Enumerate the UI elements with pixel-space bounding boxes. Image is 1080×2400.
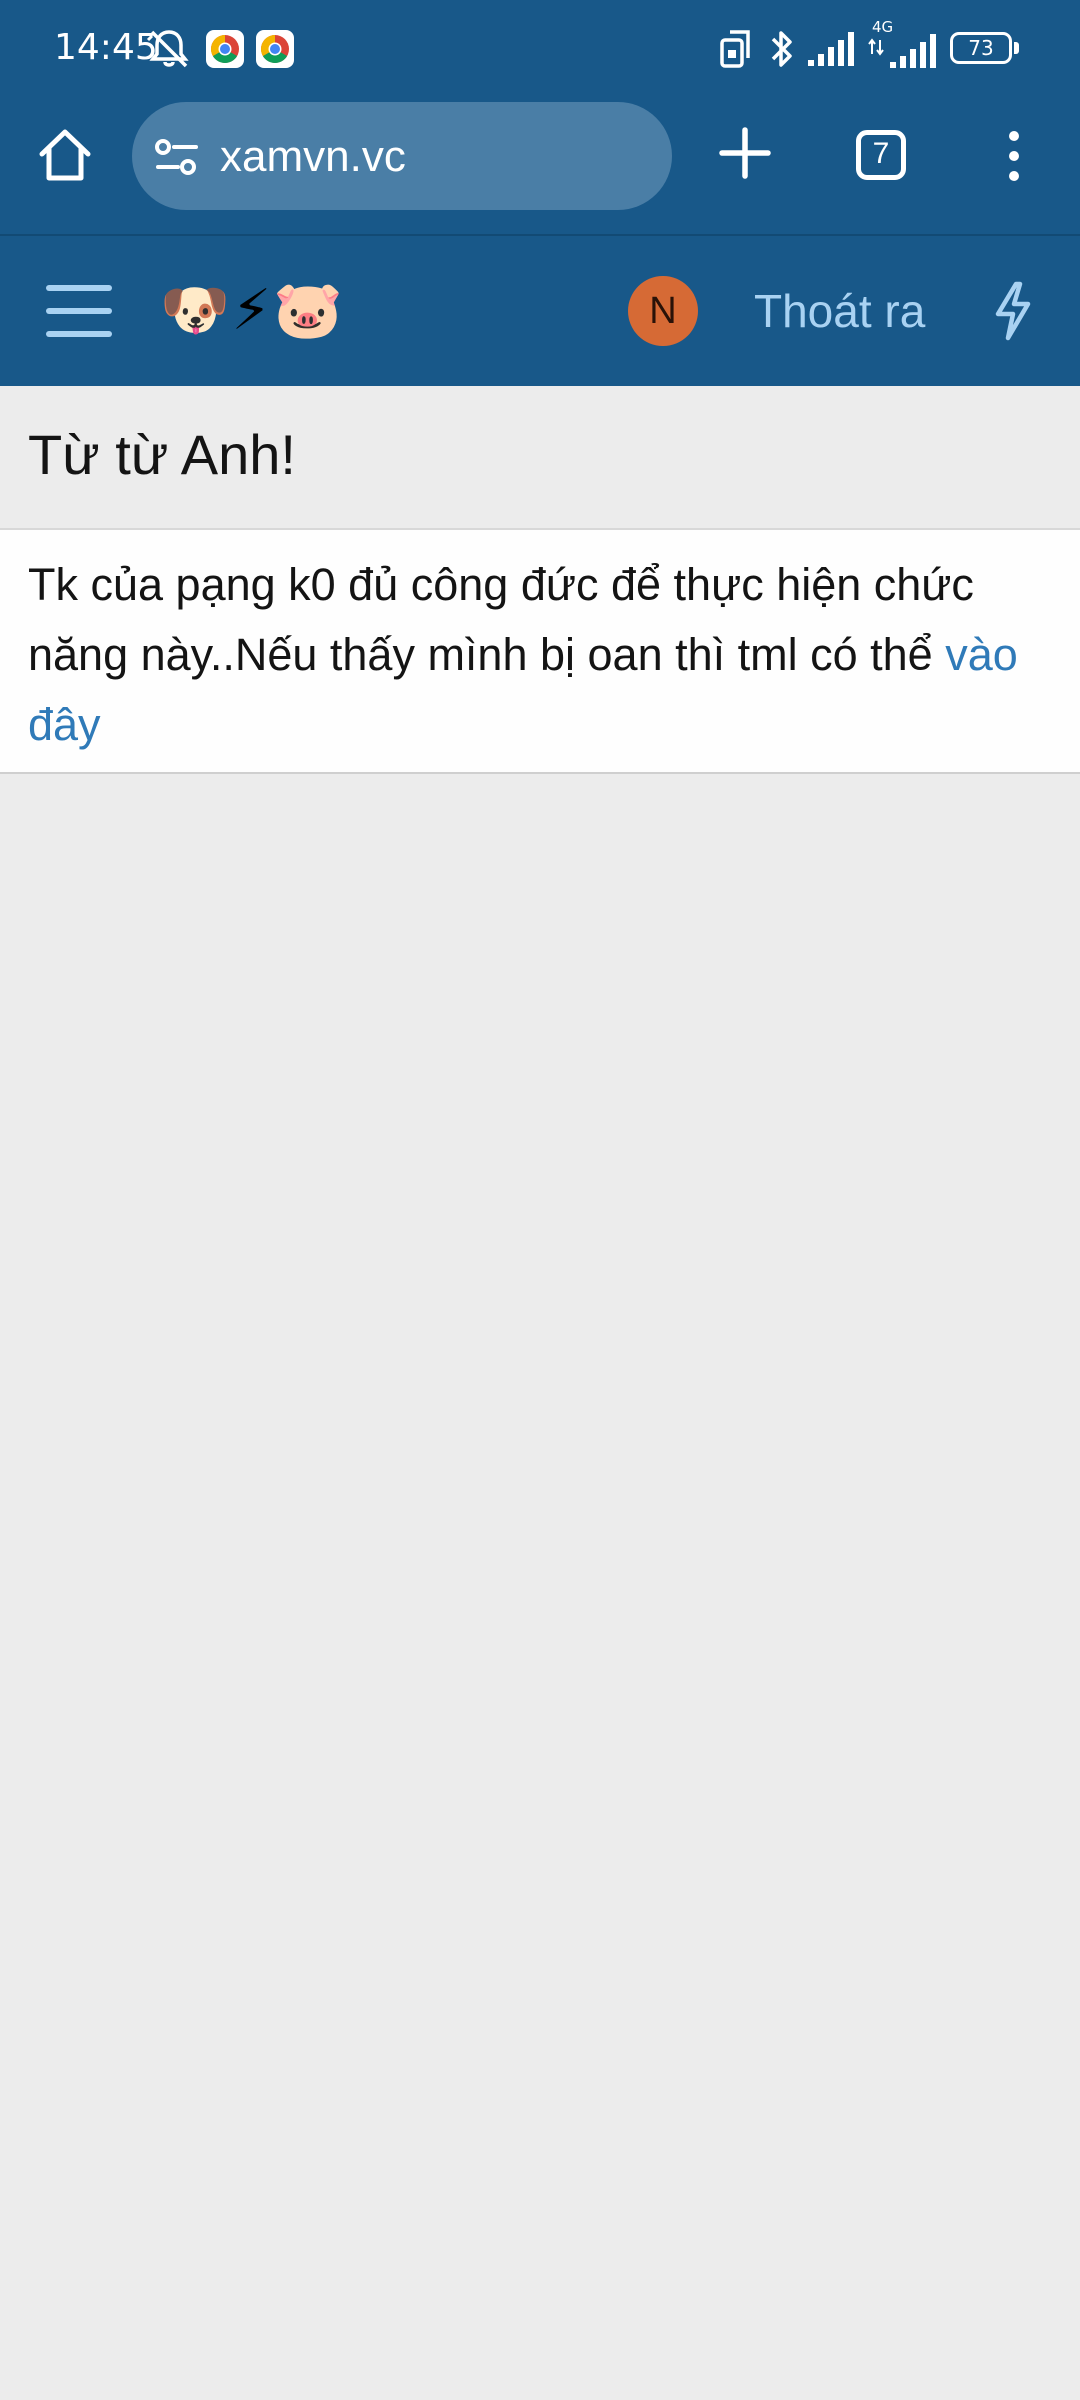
- tune-icon[interactable]: [154, 138, 200, 176]
- status-time: 14:45: [54, 27, 158, 68]
- browser-toolbar: xamvn.vc 7: [0, 98, 1080, 236]
- plus-icon[interactable]: [718, 126, 772, 180]
- status-bar: 14:45 4G 73: [0, 0, 1080, 98]
- chrome-icon: [256, 30, 294, 68]
- mute-bell-icon: [146, 30, 189, 68]
- screen: 14:45 4G 73 xamvn.vc 7 🐶⚡🐷 N Thoát ra Từ…: [0, 0, 1080, 2400]
- signal-4g-icon: 4G: [868, 18, 942, 70]
- avatar[interactable]: N: [628, 276, 698, 346]
- notice-text: Tk của pạng k0 đủ công đức để thực hiện …: [28, 550, 1058, 760]
- bluetooth-icon: [771, 31, 792, 67]
- rotate-lock-icon: [720, 30, 750, 68]
- site-logo[interactable]: 🐶⚡🐷: [160, 276, 345, 346]
- page-title-bar: Từ từ Anh!: [0, 386, 1080, 528]
- page-title: Từ từ Anh!: [28, 423, 296, 486]
- notice-block: Tk của pạng k0 đủ công đức để thực hiện …: [0, 528, 1080, 774]
- home-icon[interactable]: [34, 124, 96, 186]
- more-vert-icon[interactable]: [1000, 128, 1028, 184]
- battery-level: 73: [968, 36, 994, 60]
- tabs-icon[interactable]: 7: [856, 130, 906, 180]
- logout-link[interactable]: Thoát ra: [754, 282, 925, 340]
- signal-icon: [808, 32, 854, 66]
- address-bar[interactable]: xamvn.vc: [132, 102, 672, 210]
- site-header: 🐶⚡🐷 N Thoát ra: [0, 236, 1080, 386]
- tab-count: 7: [872, 137, 890, 170]
- battery-icon: 73: [950, 32, 1019, 64]
- url-text[interactable]: xamvn.vc: [220, 134, 406, 180]
- bolt-icon[interactable]: [990, 280, 1036, 342]
- hamburger-icon[interactable]: [46, 282, 112, 340]
- notice-message: Tk của pạng k0 đủ công đức để thực hiện …: [28, 559, 974, 680]
- chrome-icon: [206, 30, 244, 68]
